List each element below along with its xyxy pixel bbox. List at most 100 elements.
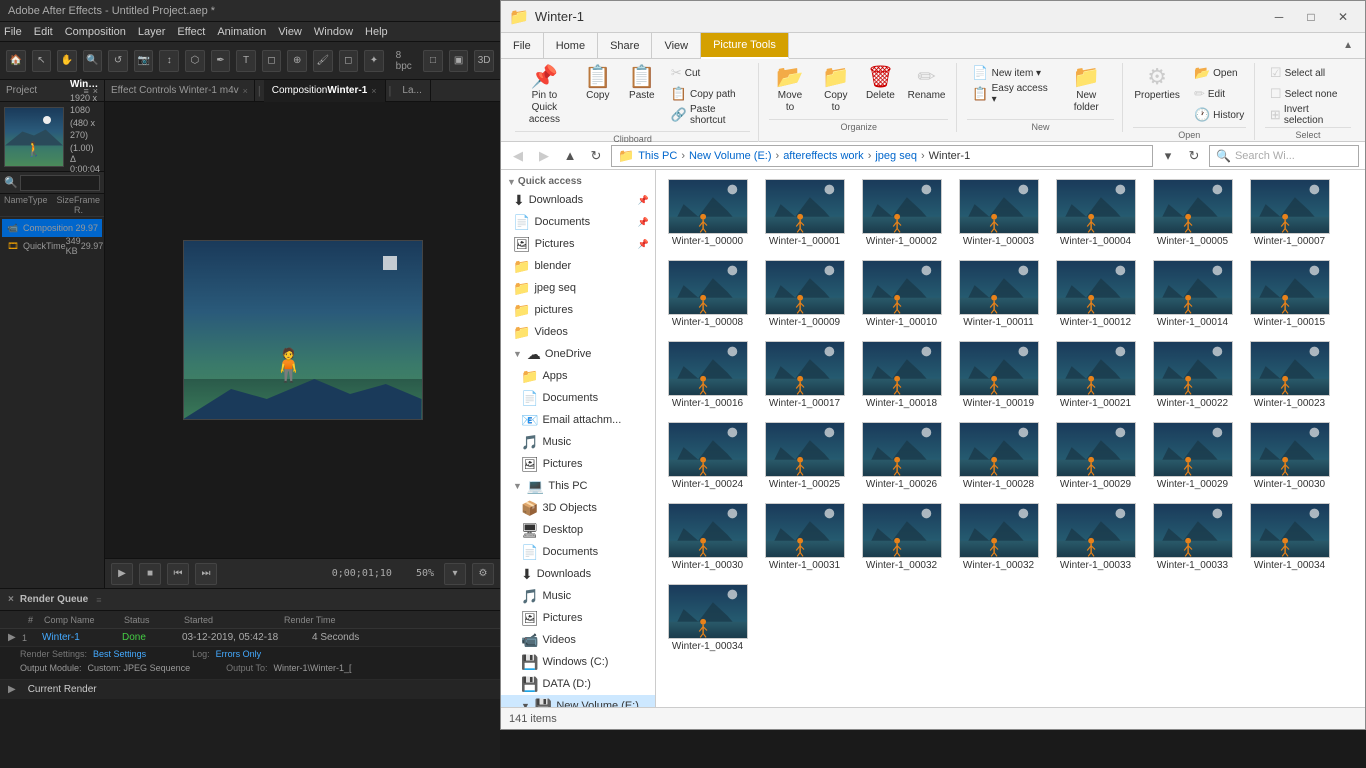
file-item[interactable]: Winter-1_00023 <box>1242 336 1337 415</box>
sidebar-item-email[interactable]: 📧 Email attachm... <box>501 409 655 431</box>
toolbar-mask[interactable]: ⬡ <box>185 50 205 72</box>
sidebar-item-pictures3[interactable]: 🖼 Pictures <box>501 453 655 475</box>
file-item[interactable]: Winter-1_00032 <box>854 498 949 577</box>
preview-stop[interactable]: ■ <box>139 563 161 585</box>
addr-new-volume[interactable]: New Volume (E:) <box>689 150 772 162</box>
properties-btn[interactable]: ⚙ Properties <box>1129 63 1185 105</box>
toolbar-brush[interactable]: 🖌 <box>313 50 333 72</box>
file-item[interactable]: Winter-1_00033 <box>1048 498 1143 577</box>
menu-composition[interactable]: Composition <box>65 26 126 38</box>
move-to-btn[interactable]: 📂 Move to <box>769 63 811 117</box>
rq-output-path[interactable]: Winter-1\Winter-1_[ <box>273 663 351 673</box>
maximize-button[interactable]: □ <box>1297 7 1325 27</box>
rq-rs-value[interactable]: Best Settings <box>93 649 146 659</box>
toolbar-pan[interactable]: ↕ <box>159 50 179 72</box>
file-item[interactable]: Winter-1_00025 <box>757 417 852 496</box>
toolbar-erase[interactable]: ◻ <box>339 50 359 72</box>
rq-log-value[interactable]: Errors Only <box>216 649 262 659</box>
sidebar-item-blender[interactable]: 📁 blender <box>501 255 655 277</box>
project-search-input[interactable] <box>20 175 100 191</box>
menu-animation[interactable]: Animation <box>217 26 266 38</box>
this-pc-expand[interactable]: ▼ <box>513 481 522 491</box>
toolbar-hand[interactable]: ✋ <box>57 50 77 72</box>
cut-btn[interactable]: ✂ Cut <box>666 63 750 83</box>
toolbar-zoom[interactable]: 🔍 <box>83 50 103 72</box>
address-refresh2[interactable]: ↻ <box>1183 145 1205 167</box>
toolbar-clone[interactable]: ⊕ <box>287 50 307 72</box>
sidebar-item-apps[interactable]: 📁 Apps <box>501 365 655 387</box>
sidebar-item-music2[interactable]: 🎵 Music <box>501 585 655 607</box>
sidebar-item-onedrive[interactable]: ▼ ☁ OneDrive <box>501 343 655 365</box>
file-item[interactable]: Winter-1_00026 <box>854 417 949 496</box>
sidebar-item-videos2[interactable]: 📹 Videos <box>501 629 655 651</box>
ribbon-tab-share[interactable]: Share <box>598 33 652 58</box>
addr-jpeg-seq[interactable]: jpeg seq <box>875 150 917 162</box>
copy-path-btn[interactable]: 📋 Copy path <box>666 84 750 104</box>
addr-ae-work[interactable]: aftereffects work <box>783 150 864 162</box>
sidebar-item-downloads2[interactable]: ⬇ Downloads <box>501 563 655 585</box>
edit-btn[interactable]: ✏ Edit <box>1189 84 1249 104</box>
file-item[interactable]: Winter-1_00022 <box>1145 336 1240 415</box>
paste-shortcut-btn[interactable]: 🔗 Paste shortcut <box>666 105 750 125</box>
layer-panel-tab[interactable]: La... <box>394 80 430 102</box>
open-btn[interactable]: 📂 Open <box>1189 63 1249 83</box>
toolbar-resolution[interactable]: □ <box>423 50 443 72</box>
sidebar-item-3d[interactable]: 📦 3D Objects <box>501 497 655 519</box>
effect-controls-close[interactable]: × <box>243 86 248 96</box>
sidebar-item-pictures4[interactable]: 🖼 Pictures <box>501 607 655 629</box>
file-item[interactable]: Winter-1_00010 <box>854 255 949 334</box>
ribbon-collapse-btn[interactable]: ▲ <box>1331 33 1365 58</box>
file-item[interactable]: Winter-1_00034 <box>660 579 755 658</box>
menu-view[interactable]: View <box>278 26 302 38</box>
file-item[interactable]: Winter-1_00019 <box>951 336 1046 415</box>
zoom-select[interactable]: ▾ <box>444 563 466 585</box>
toolbar-cam[interactable]: 📷 <box>134 50 154 72</box>
address-path[interactable]: 📁 This PC › New Volume (E:) › aftereffec… <box>611 145 1153 167</box>
history-btn[interactable]: 🕐 History <box>1189 105 1249 125</box>
paste-btn[interactable]: 📋 Paste <box>622 63 662 105</box>
sidebar-item-videos[interactable]: 📁 Videos <box>501 321 655 343</box>
rename-btn[interactable]: ✏ Rename <box>904 63 948 105</box>
sidebar-item-pictures2[interactable]: 📁 pictures <box>501 299 655 321</box>
effect-controls-tab[interactable]: Effect Controls Winter-1 m4v × <box>105 80 255 102</box>
sidebar-item-d-drive[interactable]: 💾 DATA (D:) <box>501 673 655 695</box>
file-item[interactable]: Winter-1_00011 <box>951 255 1046 334</box>
rq-menu[interactable]: ≡ <box>96 595 101 605</box>
copy-btn[interactable]: 📋 Copy <box>578 63 618 105</box>
file-item[interactable]: Winter-1_00018 <box>854 336 949 415</box>
forward-btn[interactable]: ▶ <box>533 145 555 167</box>
address-dropdown[interactable]: ▾ <box>1157 145 1179 167</box>
copy-to-btn[interactable]: 📁 Copy to <box>815 63 856 117</box>
file-item[interactable]: Winter-1_00007 <box>1242 174 1337 253</box>
file-item[interactable]: Winter-1_00032 <box>951 498 1046 577</box>
delete-btn[interactable]: 🗑 Delete <box>860 63 900 105</box>
file-item[interactable]: Winter-1_00017 <box>757 336 852 415</box>
menu-layer[interactable]: Layer <box>138 26 166 38</box>
sidebar-item-e-drive[interactable]: ▼ 💾 New Volume (E:) <box>501 695 655 707</box>
select-all-btn[interactable]: ☑ Select all <box>1265 63 1351 83</box>
file-item[interactable]: Winter-1_00028 <box>951 417 1046 496</box>
menu-help[interactable]: Help <box>365 26 388 38</box>
file-item[interactable]: Winter-1_00015 <box>1242 255 1337 334</box>
file-item[interactable]: Winter-1_00033 <box>1145 498 1240 577</box>
select-none-btn[interactable]: ☐ Select none <box>1265 84 1351 104</box>
project-item-winter1[interactable]: 📹 Winter-1 Composition 29.97 <box>2 219 102 237</box>
minimize-button[interactable]: ─ <box>1265 7 1293 27</box>
file-item[interactable]: Winter-1_00004 <box>1048 174 1143 253</box>
file-item[interactable]: Winter-1_00034 <box>1242 498 1337 577</box>
file-item[interactable]: Winter-1_00009 <box>757 255 852 334</box>
ribbon-tab-home[interactable]: Home <box>544 33 598 58</box>
sidebar-item-documents3[interactable]: 📄 Documents <box>501 541 655 563</box>
toolbar-text[interactable]: T <box>236 50 256 72</box>
preview-next[interactable]: ⏭ <box>195 563 217 585</box>
sidebar-item-pictures-quick[interactable]: 🖼 Pictures 📌 <box>501 233 655 255</box>
rq-close[interactable]: × <box>8 594 14 605</box>
sidebar-item-c-drive[interactable]: 💾 Windows (C:) <box>501 651 655 673</box>
file-item[interactable]: Winter-1_00029 <box>1145 417 1240 496</box>
ribbon-tab-picture-tools[interactable]: Picture Tools <box>701 33 789 59</box>
sidebar-item-jpeg-seq[interactable]: 📁 jpeg seq <box>501 277 655 299</box>
project-item-winter1m4v[interactable]: 🎞 Winter-1.m4v QuickTime 349 KB 29.97 <box>2 237 102 255</box>
toolbar-shape[interactable]: ◻ <box>262 50 282 72</box>
up-btn[interactable]: ▲ <box>559 145 581 167</box>
preview-play[interactable]: ▶ <box>111 563 133 585</box>
